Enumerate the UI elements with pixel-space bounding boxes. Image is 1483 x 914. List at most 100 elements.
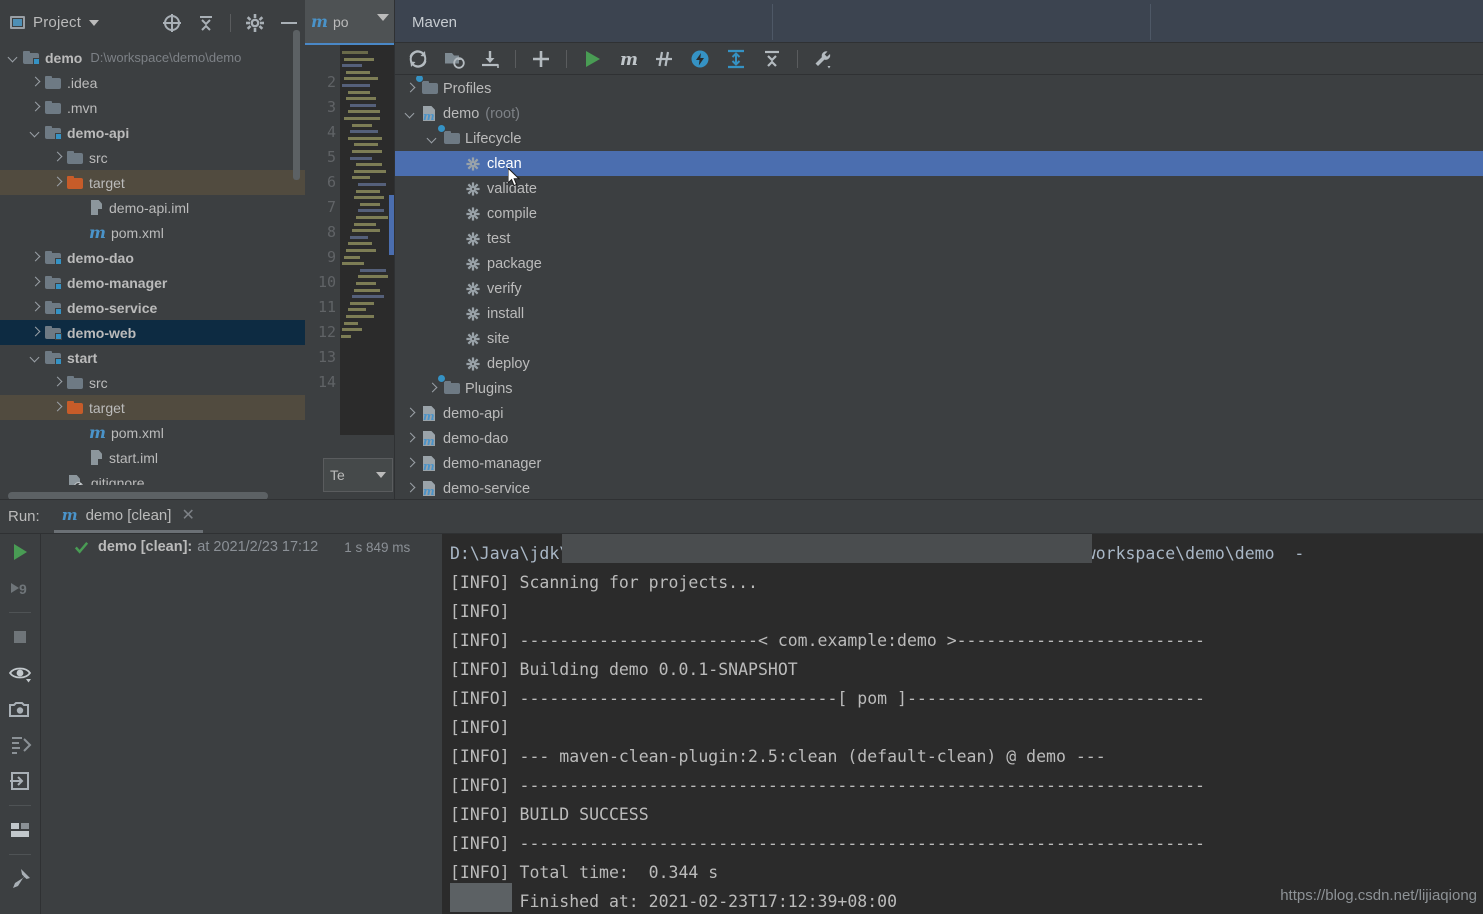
chevron-down-icon[interactable]: [405, 108, 416, 119]
editor-tab-chevron-down-icon[interactable]: [377, 14, 389, 21]
chevron-right-icon[interactable]: [405, 483, 416, 494]
chevron-right-icon[interactable]: [52, 377, 63, 388]
maven-tree-row[interactable]: Plugins: [395, 374, 1483, 401]
rerun-failed-tests-icon[interactable]: 9: [8, 576, 32, 600]
chevron-right-icon[interactable]: [405, 408, 416, 419]
chevron-right-icon[interactable]: [30, 277, 41, 288]
collapse-all-icon[interactable]: [761, 48, 783, 70]
chevron-down-icon[interactable]: [30, 127, 41, 138]
console-top-scroll-indicator[interactable]: [562, 534, 1092, 563]
maven-panel-title[interactable]: Maven: [398, 4, 773, 40]
chevron-down-icon[interactable]: [427, 133, 438, 144]
maven-tree-row[interactable]: compile: [395, 201, 1483, 226]
chevron-right-icon[interactable]: [52, 177, 63, 188]
show-passed-icon[interactable]: [8, 661, 32, 685]
run-tree-row[interactable]: demo [clean]: at 2021/2/23 17:12 1 s 849…: [41, 534, 442, 560]
chevron-down-icon[interactable]: [89, 19, 100, 26]
reload-all-icon[interactable]: [407, 48, 429, 70]
chevron-down-icon[interactable]: [376, 472, 386, 478]
project-tree-row[interactable]: src: [0, 370, 305, 395]
project-tree-row[interactable]: demo-manager: [0, 270, 305, 295]
maven-tree-row[interactable]: Lifecycle: [395, 124, 1483, 151]
maven-tree-row[interactable]: m demo-manager: [395, 451, 1483, 476]
folder-excluded-icon: [67, 176, 83, 189]
export-snapshot-icon[interactable]: [8, 697, 32, 721]
chevron-right-icon[interactable]: [52, 152, 63, 163]
maven-tree-row[interactable]: Profiles: [395, 76, 1483, 101]
project-tree-vertical-scrollbar[interactable]: [293, 30, 300, 180]
editor-minimap[interactable]: [340, 45, 395, 435]
maven-tree-row[interactable]: install: [395, 301, 1483, 326]
chevron-down-icon[interactable]: [30, 352, 41, 363]
collapse-all-icon[interactable]: [196, 13, 216, 33]
project-file-tree[interactable]: demo D:\workspace\demo\demo .idea .mvn demo-…: [0, 45, 305, 485]
chevron-right-icon[interactable]: [52, 402, 63, 413]
settings-wrench-icon[interactable]: [812, 48, 834, 70]
chevron-down-icon[interactable]: [8, 52, 19, 63]
console-horizontal-scrollbar[interactable]: [450, 883, 512, 912]
run-tab-demo-clean[interactable]: m demo [clean] ✕: [53, 501, 203, 533]
project-tree-row[interactable]: start: [0, 345, 305, 370]
chevron-right-icon[interactable]: [30, 102, 41, 113]
project-tree-row[interactable]: start.iml: [0, 445, 305, 470]
gear-icon[interactable]: [245, 13, 265, 33]
project-tree-row[interactable]: .mvn: [0, 95, 305, 120]
close-icon[interactable]: ✕: [181, 505, 194, 525]
rerun-icon[interactable]: [8, 540, 32, 564]
project-tree-row[interactable]: .gitignore: [0, 470, 305, 485]
maven-tree-row[interactable]: package: [395, 251, 1483, 276]
chevron-right-icon[interactable]: [405, 433, 416, 444]
project-tree-row[interactable]: demo-dao: [0, 245, 305, 270]
expand-all-icon[interactable]: [725, 48, 747, 70]
chevron-right-icon[interactable]: [30, 327, 41, 338]
maven-tree-row[interactable]: m demo (root): [395, 101, 1483, 126]
maven-tree-row[interactable]: validate: [395, 176, 1483, 201]
project-tree-row[interactable]: demo-api.iml: [0, 195, 305, 220]
project-tree-row-label: start: [67, 349, 98, 366]
maven-tree-row[interactable]: site: [395, 326, 1483, 351]
chevron-right-icon[interactable]: [427, 383, 438, 394]
scroll-to-source-icon[interactable]: [8, 769, 32, 793]
pin-tab-icon[interactable]: [8, 867, 32, 891]
maven-tree-row[interactable]: deploy: [395, 351, 1483, 376]
maven-tree-row[interactable]: m demo-service: [395, 476, 1483, 500]
minimap-code-line: [350, 301, 374, 305]
project-tree-row[interactable]: demo-web: [0, 320, 305, 345]
editor-tab-pom-xml[interactable]: m po: [305, 0, 395, 45]
project-tree-row[interactable]: demo-api: [0, 120, 305, 145]
chevron-right-icon[interactable]: [30, 252, 41, 263]
add-icon[interactable]: [530, 48, 552, 70]
maven-projects-tree[interactable]: Profiles m demo (root) Lifecycle clean validat…: [395, 76, 1483, 500]
project-tree-row[interactable]: m pom.xml: [0, 220, 305, 245]
stop-icon[interactable]: [8, 625, 32, 649]
maven-tree-row[interactable]: clean: [395, 151, 1483, 176]
project-title-group[interactable]: Project: [10, 14, 100, 31]
toggle-offline-icon[interactable]: [689, 48, 711, 70]
chevron-right-icon[interactable]: [30, 302, 41, 313]
project-tree-row[interactable]: .idea: [0, 70, 305, 95]
toggle-skip-tests-icon[interactable]: [653, 48, 675, 70]
project-tree-row[interactable]: demo-service: [0, 295, 305, 320]
run-icon[interactable]: [581, 48, 603, 70]
maven-tree-row[interactable]: verify: [395, 276, 1483, 301]
chevron-right-icon[interactable]: [405, 458, 416, 469]
project-tree-row[interactable]: m pom.xml: [0, 420, 305, 445]
sort-tests-icon[interactable]: [8, 733, 32, 757]
generate-sources-icon[interactable]: [443, 48, 465, 70]
maven-tree-row[interactable]: test: [395, 226, 1483, 251]
download-sources-icon[interactable]: [479, 48, 501, 70]
project-tree-row[interactable]: demo D:\workspace\demo\demo: [0, 45, 305, 70]
execute-maven-goal-icon[interactable]: m: [617, 48, 639, 70]
maven-tree-row[interactable]: m demo-api: [395, 401, 1483, 426]
project-tree-row[interactable]: src: [0, 145, 305, 170]
layout-icon[interactable]: [8, 818, 32, 842]
project-tree-row[interactable]: target: [0, 170, 305, 195]
run-test-tree[interactable]: demo [clean]: at 2021/2/23 17:12 1 s 849…: [40, 534, 442, 914]
chevron-right-icon[interactable]: [30, 77, 41, 88]
chevron-right-icon[interactable]: [405, 83, 416, 94]
run-console-output[interactable]: D:\Java\jdk\bin\java.exe -Dmaven.multiMo…: [442, 534, 1483, 914]
editor-bottom-combo[interactable]: Te: [323, 458, 393, 492]
project-tree-row[interactable]: target: [0, 395, 305, 420]
maven-tree-row[interactable]: m demo-dao: [395, 426, 1483, 451]
locate-icon[interactable]: [162, 13, 182, 33]
